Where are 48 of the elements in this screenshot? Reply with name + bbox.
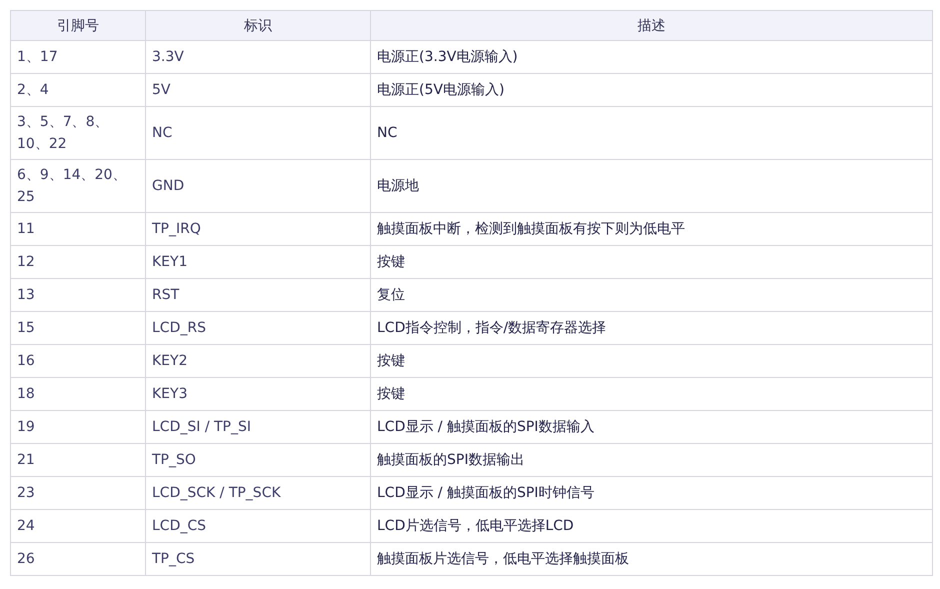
table-cell: 触摸面板的SPI数据输出 — [370, 444, 932, 476]
table-cell: 23 — [10, 476, 146, 510]
table-cell: LCD_SI / TP_SI — [146, 410, 370, 444]
table-cell: 2、4 — [10, 74, 146, 106]
table-cell: RST — [146, 278, 370, 312]
table-cell: 6、9、14、20、25 — [10, 160, 146, 212]
table-cell: TP_SO — [146, 444, 370, 476]
table-cell: 触摸面板中断，检测到触摸面板有按下则为低电平 — [370, 212, 932, 246]
table-cell: LCD_SCK / TP_SCK — [146, 476, 370, 510]
table-cell: 18 — [10, 378, 146, 410]
table-cell: KEY3 — [146, 378, 370, 410]
table-cell: 3.3V — [146, 40, 370, 74]
table-cell: 12 — [10, 246, 146, 278]
table-cell: 电源正(5V电源输入) — [370, 74, 932, 106]
table-cell: 16 — [10, 344, 146, 378]
table-cell: 电源正(3.3V电源输入) — [370, 40, 932, 74]
table-cell: GND — [146, 160, 370, 212]
table-cell: 3、5、7、8、10、22 — [10, 106, 146, 160]
table-cell: LCD_CS — [146, 510, 370, 542]
table-cell: 1、17 — [10, 40, 146, 74]
table-cell: 电源地 — [370, 160, 932, 212]
table-cell: KEY1 — [146, 246, 370, 278]
column-header: 引脚号 — [10, 10, 146, 40]
table-cell: 15 — [10, 312, 146, 344]
table-cell: 5V — [146, 74, 370, 106]
table-cell: LCD显示 / 触摸面板的SPI数据输入 — [370, 410, 932, 444]
table-cell: LCD显示 / 触摸面板的SPI时钟信号 — [370, 476, 932, 510]
table-cell: TP_IRQ — [146, 212, 370, 246]
table-cell: 24 — [10, 510, 146, 542]
table-cell: TP_CS — [146, 542, 370, 576]
table-cell: 26 — [10, 542, 146, 576]
table-cell: LCD指令控制，指令/数据寄存器选择 — [370, 312, 932, 344]
table-cell: 按键 — [370, 246, 932, 278]
table-cell: KEY2 — [146, 344, 370, 378]
column-header: 描述 — [370, 10, 932, 40]
table-cell: 13 — [10, 278, 146, 312]
table-cell: NC — [146, 106, 370, 160]
table-cell: LCD片选信号，低电平选择LCD — [370, 510, 932, 542]
table-cell: NC — [370, 106, 932, 160]
table-cell: 11 — [10, 212, 146, 246]
table-cell: 触摸面板片选信号，低电平选择触摸面板 — [370, 542, 932, 576]
table-cell: 按键 — [370, 378, 932, 410]
table-cell: LCD_RS — [146, 312, 370, 344]
table-cell: 按键 — [370, 344, 932, 378]
table-cell: 19 — [10, 410, 146, 444]
table-cell: 21 — [10, 444, 146, 476]
column-header: 标识 — [146, 10, 370, 40]
table-cell: 复位 — [370, 278, 932, 312]
